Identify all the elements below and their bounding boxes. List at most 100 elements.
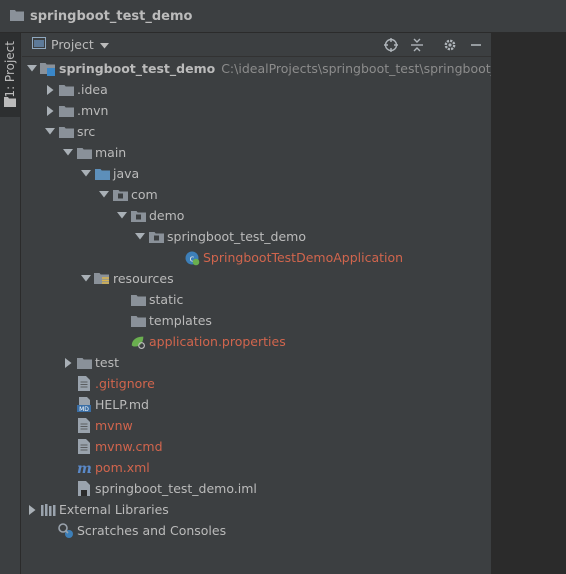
tree-node-label: mvnw <box>95 418 133 433</box>
tree-node[interactable]: c SpringbootTestDemoApplication <box>170 247 403 268</box>
iml-file-icon <box>76 481 92 497</box>
module-folder-icon <box>40 61 56 77</box>
folder-icon <box>4 95 16 110</box>
project-tool-tab[interactable]: 1: Project <box>0 33 20 117</box>
tree-node[interactable]: mvnw <box>62 415 133 436</box>
source-folder-icon <box>94 166 110 182</box>
tree-node[interactable]: External Libraries <box>26 499 169 520</box>
tree-node-label: pom.xml <box>95 460 150 475</box>
tree-node[interactable]: templates <box>116 310 212 331</box>
tree-node-path: C:\idealProjects\springboot_test\springb… <box>221 61 528 76</box>
folder-icon <box>58 82 74 98</box>
tree-node-label: application.properties <box>149 334 286 349</box>
tree-node[interactable]: demo <box>116 205 184 226</box>
tree-node-label: src <box>77 124 96 139</box>
chevron-down-icon[interactable] <box>98 184 110 205</box>
chevron-down-icon[interactable] <box>44 121 56 142</box>
tree-node-label: .mvn <box>77 103 109 118</box>
window-title[interactable]: springboot_test_demo <box>30 9 192 24</box>
chevron-down-icon <box>99 37 109 52</box>
project-panel-toolbar: Project <box>22 33 491 57</box>
tree-node-label: java <box>113 166 140 181</box>
folder-icon <box>58 103 74 119</box>
collapse-all-icon[interactable] <box>409 37 425 53</box>
tree-node[interactable]: .mvn <box>44 100 108 121</box>
tree-node[interactable]: java <box>80 163 139 184</box>
spring-properties-icon <box>130 334 146 350</box>
tree-node-label: Scratches and Consoles <box>77 523 227 538</box>
chevron-right-icon[interactable] <box>26 499 38 520</box>
folder-icon <box>76 355 92 371</box>
tree-node[interactable]: com <box>98 184 158 205</box>
project-view-label: Project <box>51 37 94 52</box>
libraries-icon <box>40 502 56 518</box>
project-tool-tab-label: 1: Project <box>3 41 17 98</box>
tree-node[interactable]: springboot_test_demo C:\idealProjects\spr… <box>26 58 527 79</box>
tree-node-label: templates <box>149 313 212 328</box>
chevron-down-icon[interactable] <box>62 142 74 163</box>
folder-icon <box>58 124 74 140</box>
tree-node-label: resources <box>113 271 174 286</box>
tree-node-label: .gitignore <box>95 376 155 391</box>
tree-node[interactable]: Scratches and Consoles <box>44 520 226 541</box>
left-tool-strip: 1: Project <box>0 33 21 574</box>
tree-node[interactable]: application.properties <box>116 331 286 352</box>
resources-folder-icon <box>94 271 110 287</box>
chevron-down-icon[interactable] <box>80 163 92 184</box>
tree-node[interactable]: test <box>62 352 119 373</box>
gear-icon[interactable] <box>442 37 458 53</box>
tree-node-label: demo <box>149 208 185 223</box>
scratches-icon <box>58 522 74 539</box>
tree-node-label: mvnw.cmd <box>95 439 163 454</box>
chevron-down-icon[interactable] <box>134 226 146 247</box>
chevron-down-icon[interactable] <box>80 268 92 289</box>
tree-node[interactable]: .idea <box>44 79 108 100</box>
project-view-selector[interactable]: Project <box>32 37 109 52</box>
markdown-file-icon: MD <box>76 397 92 413</box>
chevron-right-icon[interactable] <box>44 100 56 121</box>
tree-node[interactable]: src <box>44 121 95 142</box>
tree-node[interactable]: MD HELP.md <box>62 394 149 415</box>
svg-text:m: m <box>77 461 92 475</box>
tree-node[interactable]: springboot_test_demo <box>134 226 306 247</box>
tree-node[interactable]: resources <box>80 268 174 289</box>
svg-text:MD: MD <box>79 406 89 412</box>
maven-icon: m <box>76 460 92 476</box>
chevron-down-icon[interactable] <box>26 58 38 79</box>
tree-node[interactable]: m pom.xml <box>62 457 150 478</box>
chevron-down-icon[interactable] <box>116 205 128 226</box>
chevron-right-icon[interactable] <box>62 352 74 373</box>
text-file-icon <box>76 439 92 455</box>
tree-node-label: SpringbootTestDemoApplication <box>203 250 404 265</box>
tree-node[interactable]: main <box>62 142 126 163</box>
package-icon <box>112 187 128 203</box>
tree-node-label: static <box>149 292 184 307</box>
chevron-right-icon[interactable] <box>44 79 56 100</box>
folder-icon <box>76 145 92 161</box>
tree-node[interactable]: static <box>116 289 183 310</box>
tree-node[interactable]: springboot_test_demo.iml <box>62 478 257 499</box>
navigation-bar: springboot_test_demo <box>0 0 566 33</box>
tree-node-label: .idea <box>77 82 108 97</box>
package-icon <box>148 229 164 245</box>
text-file-icon <box>76 418 92 434</box>
minimize-icon[interactable] <box>468 37 484 53</box>
project-panel: Project springboot_test_demo C:\idealProj… <box>22 33 527 574</box>
tree-node-label: main <box>95 145 127 160</box>
spring-class-icon: c <box>184 250 200 266</box>
folder-icon <box>130 292 146 308</box>
folder-icon <box>130 313 146 329</box>
tree-node[interactable]: .gitignore <box>62 373 155 394</box>
locate-target-icon[interactable] <box>383 37 399 53</box>
tree-node[interactable]: mvnw.cmd <box>62 436 163 457</box>
